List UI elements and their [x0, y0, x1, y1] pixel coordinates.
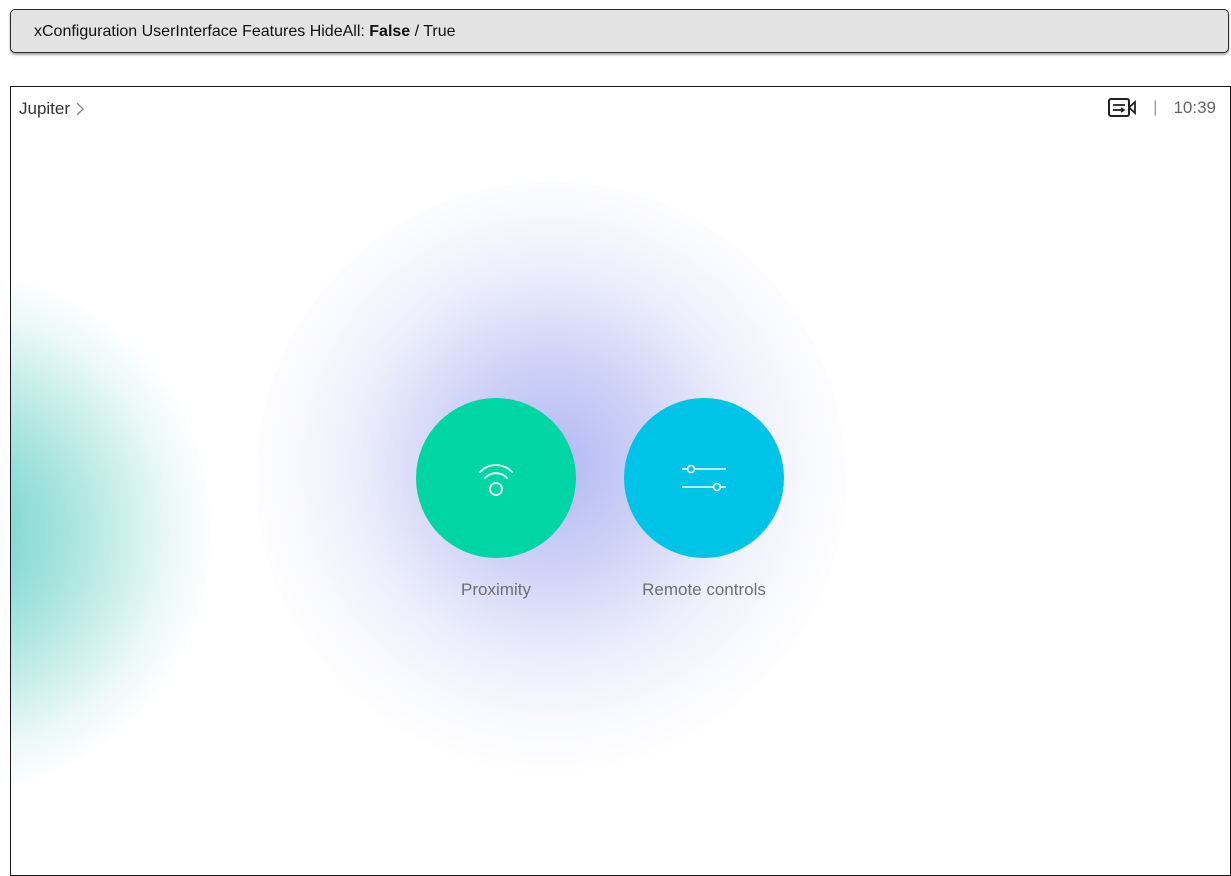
proximity-label: Proximity — [461, 580, 531, 599]
proximity-button[interactable] — [416, 398, 576, 558]
config-value-other: True — [423, 23, 456, 40]
background-glow-left — [11, 272, 211, 792]
remote-controls-label: Remote controls — [642, 580, 766, 599]
proximity-tile[interactable]: Proximity — [406, 398, 586, 600]
config-prefix: xConfiguration UserInterface Features Hi… — [34, 23, 370, 40]
device-screen: Jupiter | 10:39 Proximity Remote control… — [10, 86, 1231, 876]
proximity-icon — [479, 464, 513, 496]
status-separator: | — [1153, 99, 1158, 116]
config-bar: xConfiguration UserInterface Features Hi… — [10, 9, 1229, 53]
room-name-button[interactable]: Jupiter — [19, 99, 86, 119]
clock-time: 10:39 — [1173, 98, 1216, 117]
room-name-label: Jupiter — [19, 99, 71, 118]
remote-controls-button[interactable] — [624, 398, 784, 558]
camera-self-view-icon[interactable] — [1107, 97, 1137, 119]
config-separator: / — [410, 23, 424, 40]
top-bar: Jupiter | 10:39 — [11, 87, 1230, 131]
config-value-selected: False — [369, 23, 411, 40]
sliders-icon — [682, 464, 726, 492]
chevron-right-icon — [76, 102, 84, 116]
status-area: | 10:39 — [1107, 97, 1216, 119]
remote-controls-tile[interactable]: Remote controls — [614, 398, 794, 600]
